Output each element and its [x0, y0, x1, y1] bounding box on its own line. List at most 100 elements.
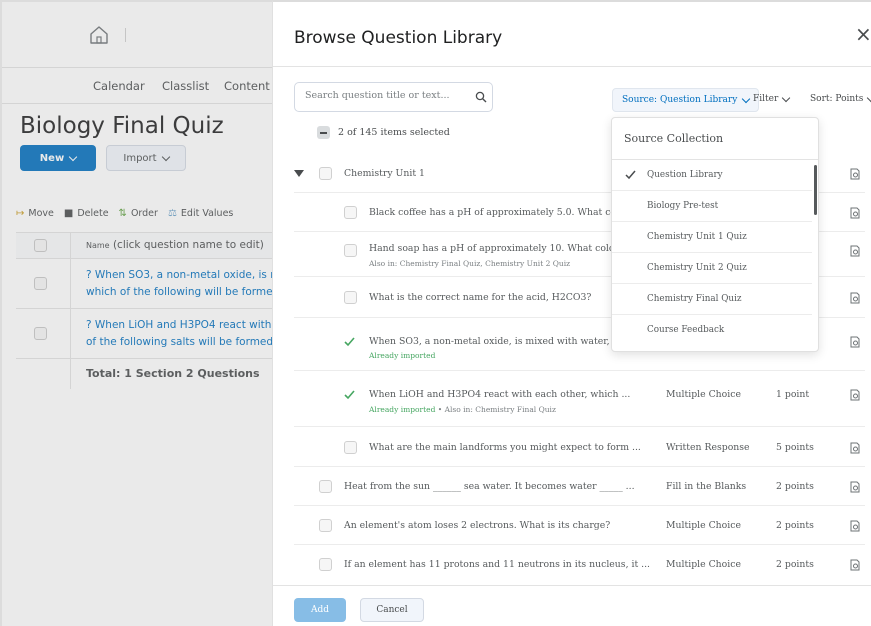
minibar: [2, 2, 290, 68]
edit-values-icon: ⚖: [167, 208, 177, 219]
order-icon: ⇅: [118, 208, 127, 219]
home-icon[interactable]: [88, 24, 110, 46]
new-button[interactable]: New: [20, 145, 96, 171]
select-all-checkbox[interactable]: [34, 239, 47, 252]
preview-icon[interactable]: [849, 559, 861, 571]
row-checkbox[interactable]: [319, 480, 332, 493]
delete-button[interactable]: ■ Delete: [64, 208, 109, 219]
table-row: ? When SO3, a non-metal oxide, is m whic…: [16, 259, 290, 309]
sort-button[interactable]: Sort: Points: [810, 93, 871, 104]
nav-calendar[interactable]: Calendar: [93, 79, 145, 93]
also-in-note: Also in: Chemistry Final Quiz, Chemistry…: [369, 259, 571, 268]
question-text[interactable]: When SO3, a non-metal oxide, is mixed wi…: [369, 336, 638, 347]
question-type: Multiple Choice: [666, 559, 741, 570]
menu-item-chemistry-final-quiz[interactable]: Chemistry Final Quiz: [612, 284, 812, 315]
table-row: ? When LiOH and H3PO4 react with of the …: [16, 309, 290, 359]
question-link[interactable]: ? When LiOH and H3PO4 react with of the …: [86, 317, 290, 351]
question-row: Heat from the sun ______ sea water. It b…: [294, 467, 865, 506]
column-separator: [70, 259, 71, 308]
menu-item-chemistry-unit-1-quiz[interactable]: Chemistry Unit 1 Quiz: [612, 222, 812, 253]
question-row: An element's atom loses 2 electrons. Wha…: [294, 506, 865, 545]
search-icon[interactable]: [475, 91, 487, 103]
column-separator: [70, 309, 71, 358]
edit-values-button[interactable]: ⚖ Edit Values: [168, 208, 233, 219]
question-type: Multiple Choice: [666, 389, 741, 400]
preview-icon[interactable]: [849, 336, 861, 348]
row-checkbox[interactable]: [344, 206, 357, 219]
row-checkbox[interactable]: [319, 167, 332, 180]
import-button[interactable]: Import: [106, 145, 186, 171]
cancel-button[interactable]: Cancel: [360, 598, 424, 622]
menu-item-course-feedback[interactable]: Course Feedback: [612, 315, 812, 346]
question-row: When LiOH and H3PO4 react with each othe…: [294, 371, 865, 427]
menu-item-biology-pre-test[interactable]: Biology Pre-test: [612, 191, 812, 222]
search-field: [294, 82, 493, 112]
page-title: Biology Final Quiz: [20, 113, 224, 139]
edit-values-label: Edit Values: [180, 208, 234, 219]
dialog-footer: Add Cancel: [273, 585, 871, 626]
row-checkbox[interactable]: [344, 441, 357, 454]
preview-icon[interactable]: [849, 389, 861, 401]
name-column-header: Name (click question name to edit): [86, 239, 264, 251]
filter-label: Filter: [753, 94, 779, 104]
preview-icon[interactable]: [849, 207, 861, 219]
question-row: If an element has 11 protons and 11 neut…: [294, 545, 865, 584]
scrollbar[interactable]: [814, 165, 817, 215]
caret-down-icon[interactable]: [294, 170, 304, 177]
selection-summary: 2 of 145 items selected: [317, 126, 450, 139]
divider: [125, 28, 126, 42]
row-checkbox[interactable]: [319, 519, 332, 532]
row-checkbox[interactable]: [319, 558, 332, 571]
question-text[interactable]: When LiOH and H3PO4 react with each othe…: [369, 389, 630, 400]
preview-icon[interactable]: [849, 442, 861, 454]
selected-count: 2 of 145 items selected: [338, 127, 450, 138]
preview-icon[interactable]: [849, 245, 861, 257]
search-input[interactable]: [305, 90, 465, 101]
dialog-title: Browse Question Library: [294, 28, 503, 48]
question-points: 5 points: [776, 442, 814, 453]
nav-content[interactable]: Content: [224, 79, 270, 93]
background-page: Calendar Classlist Content Biology Final…: [0, 0, 290, 626]
close-icon[interactable]: ×: [855, 24, 871, 44]
question-points: 2 points: [776, 520, 814, 531]
check-icon: [625, 170, 636, 180]
move-icon: ↦: [16, 208, 25, 219]
column-separator: [70, 233, 71, 258]
menu-item-chemistry-unit-2-quiz[interactable]: Chemistry Unit 2 Quiz: [612, 253, 812, 284]
menu-item-label: Chemistry Final Quiz: [647, 294, 742, 304]
row-checkbox[interactable]: [34, 277, 47, 290]
course-navbar: Calendar Classlist Content: [2, 68, 290, 104]
chevron-down-icon: [867, 93, 871, 102]
source-collection-menu: Source Collection Question Library Biolo…: [611, 117, 819, 352]
row-checkbox[interactable]: [344, 244, 357, 257]
check-icon: [344, 337, 355, 347]
add-button[interactable]: Add: [294, 598, 346, 622]
question-link[interactable]: ? When SO3, a non-metal oxide, is m whic…: [86, 267, 290, 301]
menu-item-question-library[interactable]: Question Library: [612, 160, 812, 191]
question-text[interactable]: What is the correct name for the acid, H…: [369, 292, 591, 303]
question-text[interactable]: Hand soap has a pH of approximately 10. …: [369, 243, 636, 254]
preview-icon[interactable]: [849, 168, 861, 180]
preview-icon[interactable]: [849, 292, 861, 304]
source-dropdown-button[interactable]: Source: Question Library: [612, 88, 760, 112]
question-text[interactable]: If an element has 11 protons and 11 neut…: [344, 559, 650, 570]
question-type: Multiple Choice: [666, 520, 741, 531]
move-button[interactable]: ↦ Move: [16, 208, 54, 219]
order-button[interactable]: ⇅ Order: [119, 208, 158, 219]
row-checkbox[interactable]: [344, 291, 357, 304]
question-points: 2 points: [776, 481, 814, 492]
question-text[interactable]: What are the main landforms you might ex…: [369, 442, 641, 453]
new-button-label: New: [39, 152, 65, 164]
preview-icon[interactable]: [849, 481, 861, 493]
deselect-all-checkbox[interactable]: [317, 126, 330, 139]
section-name[interactable]: Chemistry Unit 1: [344, 168, 425, 179]
filter-button[interactable]: Filter: [753, 93, 791, 104]
total-text: Total: 1 Section 2 Questions: [86, 367, 260, 380]
menu-item-label: Course Feedback: [647, 325, 725, 335]
nav-classlist[interactable]: Classlist: [162, 79, 209, 93]
question-text[interactable]: Black coffee has a pH of approximately 5…: [369, 207, 629, 218]
question-text[interactable]: An element's atom loses 2 electrons. Wha…: [344, 520, 610, 531]
row-checkbox[interactable]: [34, 327, 47, 340]
preview-icon[interactable]: [849, 520, 861, 532]
question-text[interactable]: Heat from the sun ______ sea water. It b…: [344, 481, 635, 492]
